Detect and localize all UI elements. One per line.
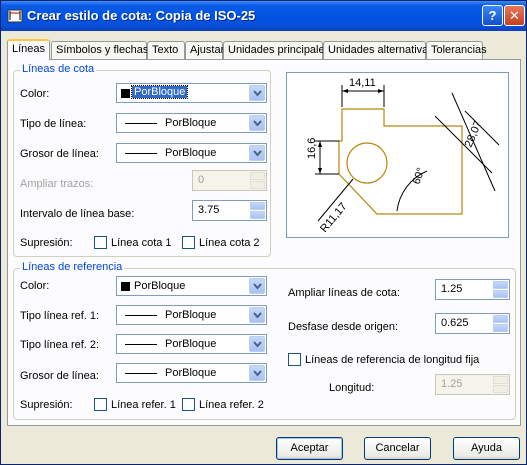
suppress-ext-line-1-label[interactable]: Línea refer. 1	[111, 399, 176, 411]
group-extension-lines: Líneas de referencia Color: PorBloque Ti…	[13, 261, 516, 420]
lineweight-label: Grosor de línea:	[20, 148, 99, 160]
help-button[interactable]: Ayuda	[453, 437, 520, 460]
line-preview	[125, 153, 157, 154]
line-preview	[125, 123, 157, 124]
offset-origin-spinner[interactable]: 0.625	[435, 313, 510, 334]
ext-color-select[interactable]: PorBloque	[116, 276, 267, 296]
ext-lineweight-select[interactable]: PorBloque	[116, 363, 267, 383]
ext-linetype1-select-value: PorBloque	[165, 309, 217, 321]
suppress-label: Supresión:	[20, 237, 73, 249]
extend-ticks-value: 0	[198, 174, 205, 186]
baseline-spacing-value: 3.75	[198, 204, 220, 216]
group-title-extension-lines: Líneas de referencia	[20, 261, 125, 273]
chevron-down-icon[interactable]	[249, 365, 265, 381]
fixed-length-checkbox[interactable]	[288, 353, 301, 366]
spin-up-icon[interactable]	[493, 281, 508, 289]
spin-up-icon[interactable]	[493, 315, 508, 323]
color-swatch	[121, 89, 130, 98]
tab-simbolos-y-flechas[interactable]: Símbolos y flechas	[51, 41, 148, 59]
title-bar[interactable]: Crear estilo de cota: Copia de ISO-25 ? …	[1, 1, 526, 31]
tab-tolerancias[interactable]: Tolerancias	[426, 41, 487, 59]
dimension-preview-drawing: 14,11 16,6 28,07 60° R11,17	[306, 77, 500, 235]
color-swatch	[121, 282, 130, 291]
chevron-down-icon[interactable]	[249, 278, 265, 294]
extend-ticks-spinner[interactable]: 0	[192, 170, 267, 191]
ext-linetype2-select[interactable]: PorBloque	[116, 334, 267, 354]
line-preview	[125, 373, 157, 374]
tab-unidades-principales[interactable]: Unidades principales	[223, 41, 330, 59]
ext-suppress-label: Supresión:	[20, 399, 73, 411]
chevron-down-icon[interactable]	[249, 145, 265, 161]
extend-beyond-value: 1.25	[441, 283, 463, 295]
spin-down-icon[interactable]	[250, 211, 265, 219]
ext-lineweight-label: Grosor de línea:	[20, 370, 99, 382]
cancel-button[interactable]: Cancelar	[364, 437, 431, 460]
fixed-length-label[interactable]: Líneas de referencia de longitud fija	[305, 354, 479, 366]
lineweight-select-value: PorBloque	[165, 147, 217, 159]
spin-down-icon[interactable]	[493, 385, 508, 393]
spin-down-icon[interactable]	[493, 324, 508, 332]
dimension-style-icon	[7, 9, 23, 23]
baseline-spacing-label: Intervalo de línea base:	[20, 208, 135, 220]
suppress-dim-line-1-label[interactable]: Línea cota 1	[111, 237, 172, 249]
ok-button[interactable]: Aceptar	[276, 437, 343, 460]
spin-down-icon[interactable]	[250, 181, 265, 189]
ext-color-select-value: PorBloque	[134, 280, 186, 292]
offset-origin-label: Desfase desde origen:	[288, 321, 399, 333]
spin-down-icon[interactable]	[493, 290, 508, 298]
chevron-down-icon[interactable]	[249, 85, 265, 101]
ext-linetype2-label: Tipo línea ref. 2:	[20, 339, 100, 351]
dimension-preview: 14,11 16,6 28,07 60° R11,17	[286, 72, 509, 238]
lineweight-select[interactable]: PorBloque	[116, 143, 267, 163]
suppress-dim-line-1-checkbox[interactable]	[94, 236, 107, 249]
baseline-spacing-spinner[interactable]: 3.75	[192, 200, 267, 221]
close-button[interactable]: ✕	[504, 5, 525, 26]
extend-beyond-spinner[interactable]: 1.25	[435, 279, 510, 300]
line-preview	[125, 344, 157, 345]
preview-dim-radius: R11,17	[318, 201, 349, 235]
ext-linetype2-select-value: PorBloque	[165, 338, 217, 350]
suppress-ext-line-2-label[interactable]: Línea refer. 2	[199, 399, 264, 411]
ext-lineweight-select-value: PorBloque	[165, 367, 217, 379]
line-preview	[125, 315, 157, 316]
preview-dim-left: 16,6	[306, 138, 318, 159]
suppress-ext-line-1-checkbox[interactable]	[94, 398, 107, 411]
tab-ajustar[interactable]: Ajustar	[185, 41, 224, 59]
spin-up-icon[interactable]	[250, 172, 265, 180]
window-title: Crear estilo de cota: Copia de ISO-25	[27, 8, 256, 23]
tab-panel-lineas: Líneas de cota Color: PorBloque Tipo de …	[7, 59, 521, 426]
suppress-dim-line-2-label[interactable]: Línea cota 2	[199, 237, 260, 249]
length-label: Longitud:	[329, 382, 375, 394]
tab-unidades-alternativas[interactable]: Unidades alternativas	[323, 41, 434, 59]
help-title-button[interactable]: ?	[482, 5, 503, 26]
color-select-value: PorBloque	[130, 85, 189, 99]
length-spinner[interactable]: 1.25	[435, 374, 510, 395]
linetype-label: Tipo de línea:	[20, 118, 87, 130]
group-dimension-lines: Líneas de cota Color: PorBloque Tipo de …	[13, 63, 271, 257]
chevron-down-icon[interactable]	[249, 336, 265, 352]
chevron-down-icon[interactable]	[249, 307, 265, 323]
color-select[interactable]: PorBloque	[116, 83, 267, 103]
ext-linetype1-label: Tipo línea ref. 1:	[20, 310, 100, 322]
length-value: 1.25	[441, 378, 463, 390]
extend-beyond-label: Ampliar líneas de cota:	[288, 287, 400, 299]
group-title-dimension-lines: Líneas de cota	[20, 63, 97, 75]
extend-ticks-label: Ampliar trazos:	[20, 178, 94, 190]
chevron-down-icon[interactable]	[249, 115, 265, 131]
spin-up-icon[interactable]	[493, 376, 508, 384]
offset-origin-value: 0.625	[441, 317, 469, 329]
suppress-ext-line-2-checkbox[interactable]	[182, 398, 195, 411]
spin-up-icon[interactable]	[250, 202, 265, 210]
suppress-dim-line-2-checkbox[interactable]	[182, 236, 195, 249]
color-label: Color:	[20, 88, 50, 100]
preview-dim-angle: 60°	[411, 166, 428, 186]
tab-texto[interactable]: Texto	[147, 41, 185, 59]
ext-color-label: Color:	[20, 280, 50, 292]
linetype-select-value: PorBloque	[165, 117, 217, 129]
ext-linetype1-select[interactable]: PorBloque	[116, 305, 267, 325]
tab-lineas[interactable]: Líneas	[7, 39, 50, 60]
linetype-select[interactable]: PorBloque	[116, 113, 267, 133]
preview-dim-top: 14,11	[349, 77, 376, 89]
dialog-window: Crear estilo de cota: Copia de ISO-25 ? …	[0, 0, 527, 465]
